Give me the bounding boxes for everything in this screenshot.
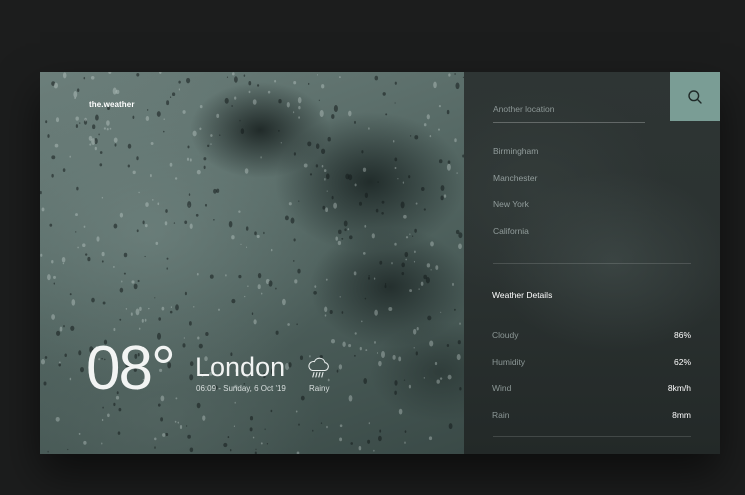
detail-label: Cloudy (492, 330, 519, 340)
side-panel: Birmingham Manchester New York Californi… (464, 72, 720, 454)
rain-cloud-icon (308, 357, 329, 378)
brand-logo: the.weather (89, 100, 135, 109)
detail-row-wind: Wind 8km/h (492, 383, 691, 410)
detail-row-rain: Rain 8mm (492, 410, 691, 437)
location-list: Birmingham Manchester New York Californi… (493, 144, 693, 251)
location-item-manchester[interactable]: Manchester (493, 171, 693, 198)
search-button[interactable] (670, 72, 720, 121)
detail-row-humidity: Humidity 62% (492, 357, 691, 384)
detail-value: 62% (673, 356, 691, 367)
weather-hero-background: the.weather 08° London 06:09 - Sunday, 6… (40, 72, 464, 454)
divider (493, 436, 691, 437)
detail-row-cloudy: Cloudy 86% (492, 330, 691, 357)
current-city: London (195, 352, 286, 382)
location-search-input[interactable] (493, 96, 645, 123)
weather-details-list: Cloudy 86% Humidity 62% Wind 8km/h Rain … (492, 330, 691, 436)
detail-value: 8mm (672, 409, 691, 420)
detail-label: Wind (492, 383, 512, 393)
location-item-new-york[interactable]: New York (493, 197, 693, 224)
divider (493, 263, 691, 264)
location-item-california[interactable]: California (493, 224, 693, 251)
weather-details-title: Weather Details (492, 290, 553, 300)
detail-label: Rain (492, 409, 510, 420)
detail-label: Humidity (492, 356, 526, 367)
weather-app: the.weather 08° London 06:09 - Sunday, 6… (40, 72, 720, 454)
detail-value: 86% (673, 330, 691, 340)
current-datetime: 06:09 - Sunday, 6 Oct '19 (196, 384, 286, 393)
detail-value: 8km/h (667, 383, 691, 393)
location-item-birmingham[interactable]: Birmingham (493, 144, 693, 171)
condition-label: Rainy (309, 384, 330, 393)
search-icon (688, 89, 702, 104)
current-temperature: 08° (86, 334, 176, 403)
